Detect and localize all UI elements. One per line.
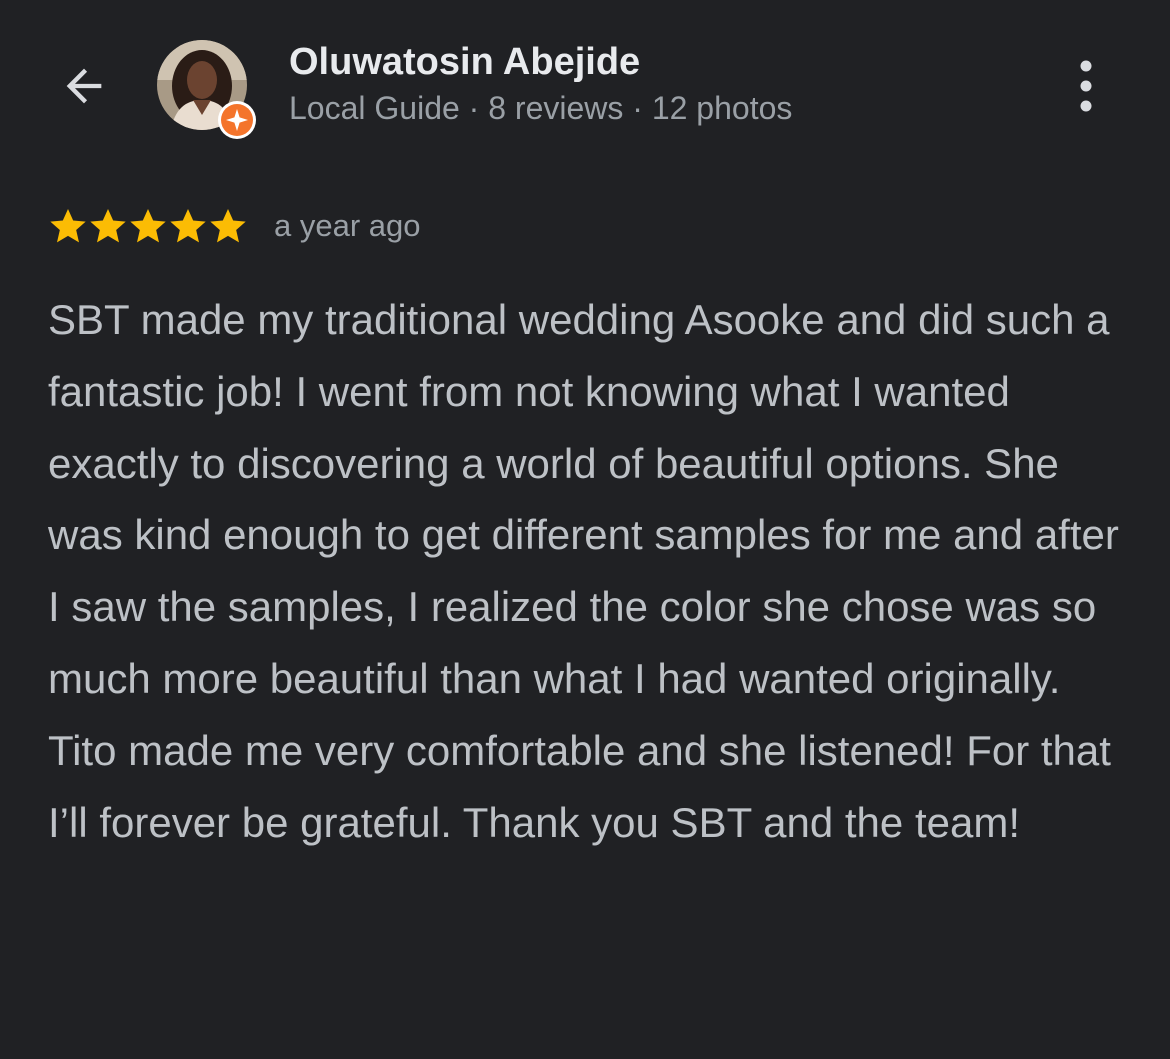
- more-vert-icon: [1080, 60, 1092, 112]
- star-icon: [130, 209, 166, 243]
- star-icon: [210, 209, 246, 243]
- local-guide-badge-icon: [218, 101, 256, 139]
- star-icon: [170, 209, 206, 243]
- arrow-back-icon: [66, 68, 102, 104]
- star-icon: [90, 209, 126, 243]
- star-rating: [48, 206, 248, 246]
- review-date: a year ago: [274, 208, 421, 243]
- reviewer-name[interactable]: Oluwatosin Abejide: [289, 40, 640, 84]
- reviewer-avatar[interactable]: [157, 40, 256, 139]
- more-options-button[interactable]: [1056, 50, 1116, 122]
- star-icon: [50, 209, 86, 243]
- review-text: SBT made my traditional wedding Asooke a…: [48, 296, 1119, 846]
- back-button[interactable]: [48, 50, 120, 122]
- reviewer-meta: Local Guide · 8 reviews · 12 photos: [289, 90, 793, 126]
- rating-row: a year ago: [48, 203, 421, 249]
